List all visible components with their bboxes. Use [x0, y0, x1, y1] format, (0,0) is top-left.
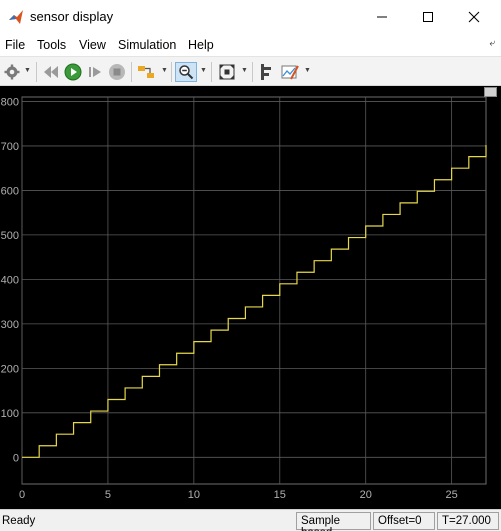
minimize-icon	[377, 16, 387, 18]
x-tick-label: 25	[446, 489, 458, 501]
style-icon	[281, 65, 299, 80]
style-dropdown-caret-icon[interactable]: ▼	[304, 67, 311, 74]
x-tick-label: 10	[188, 489, 200, 501]
y-tick-label: 100	[1, 408, 19, 420]
expand-axes-icon[interactable]	[484, 87, 497, 97]
status-sample-mode: Sample based	[296, 512, 371, 531]
step-forward-icon	[89, 67, 101, 77]
zoom-icon	[179, 65, 194, 80]
menu-help[interactable]: Help	[188, 38, 214, 52]
scope-chart[interactable]: 0 5 10 15 20 25 0 100 200 300 400 500 600 700 800	[0, 86, 501, 509]
autoscale-dropdown-caret-icon[interactable]: ▼	[241, 67, 248, 74]
cursor-measurements-icon	[261, 64, 271, 80]
y-tick-label: 700	[1, 141, 19, 153]
cursor-measurements-button[interactable]	[256, 62, 276, 82]
menu-view[interactable]: View	[79, 38, 106, 52]
menu-simulation[interactable]: Simulation	[118, 38, 176, 52]
y-tick-label: 0	[13, 452, 19, 464]
highlight-dropdown-caret-icon[interactable]: ▼	[161, 67, 168, 74]
step-back-icon	[44, 66, 58, 78]
menu-bar: File Tools View Simulation Help ⤶	[0, 34, 501, 56]
menu-file[interactable]: File	[5, 38, 25, 52]
toolbar-menu-arrow-icon[interactable]: ⤶	[489, 38, 495, 49]
close-icon	[468, 11, 480, 23]
x-tick-label: 0	[19, 489, 25, 501]
settings-icon	[4, 64, 20, 80]
toolbar-separator	[36, 62, 37, 82]
toolbar-separator	[252, 62, 253, 82]
status-bar: Ready Sample based Offset=0 T=27.000	[0, 509, 501, 531]
matlab-icon	[8, 9, 24, 25]
plot-frame	[21, 96, 487, 485]
toolbar-separator	[211, 62, 212, 82]
style-button[interactable]	[279, 62, 301, 82]
autoscale-icon	[219, 64, 235, 80]
toolbar-separator	[131, 62, 132, 82]
stop-button[interactable]	[107, 62, 127, 82]
maximize-icon	[423, 12, 433, 22]
window-title: sensor display	[30, 9, 114, 24]
zoom-dropdown-caret-icon[interactable]: ▼	[200, 67, 207, 74]
status-ready: Ready	[2, 515, 36, 527]
y-tick-label: 500	[1, 230, 19, 242]
step-forward-button[interactable]	[85, 62, 105, 82]
x-tick-label: 15	[274, 489, 286, 501]
title-bar: sensor display	[0, 0, 501, 34]
stop-icon	[109, 64, 125, 80]
run-button[interactable]	[63, 62, 83, 82]
settings-button[interactable]	[3, 62, 21, 82]
step-back-button[interactable]	[41, 62, 61, 82]
menu-tools[interactable]: Tools	[37, 38, 66, 52]
y-tick-label: 200	[1, 363, 19, 375]
y-tick-label: 400	[1, 274, 19, 286]
y-tick-label: 600	[1, 185, 19, 197]
scope-display[interactable]: 0 5 10 15 20 25 0 100 200 300 400 500 600 700 800	[0, 86, 501, 509]
highlight-block-icon	[138, 66, 154, 78]
toolbar: ▼ ▼ ▼ ▼ ▼	[0, 56, 501, 86]
x-tick-label: 20	[360, 489, 372, 501]
settings-dropdown-caret-icon[interactable]: ▼	[24, 67, 31, 74]
y-tick-label: 300	[1, 319, 19, 331]
status-time: T=27.000	[437, 512, 499, 530]
maximize-button[interactable]	[405, 0, 451, 34]
toolbar-separator	[171, 62, 172, 82]
zoom-button[interactable]	[175, 62, 197, 82]
status-offset: Offset=0	[373, 512, 435, 530]
y-tick-label: 800	[1, 96, 19, 108]
run-icon	[64, 63, 82, 81]
autoscale-button[interactable]	[216, 62, 238, 82]
minimize-button[interactable]	[359, 0, 405, 34]
x-tick-label: 5	[105, 489, 111, 501]
highlight-block-button[interactable]	[136, 62, 158, 82]
close-button[interactable]	[451, 0, 497, 34]
